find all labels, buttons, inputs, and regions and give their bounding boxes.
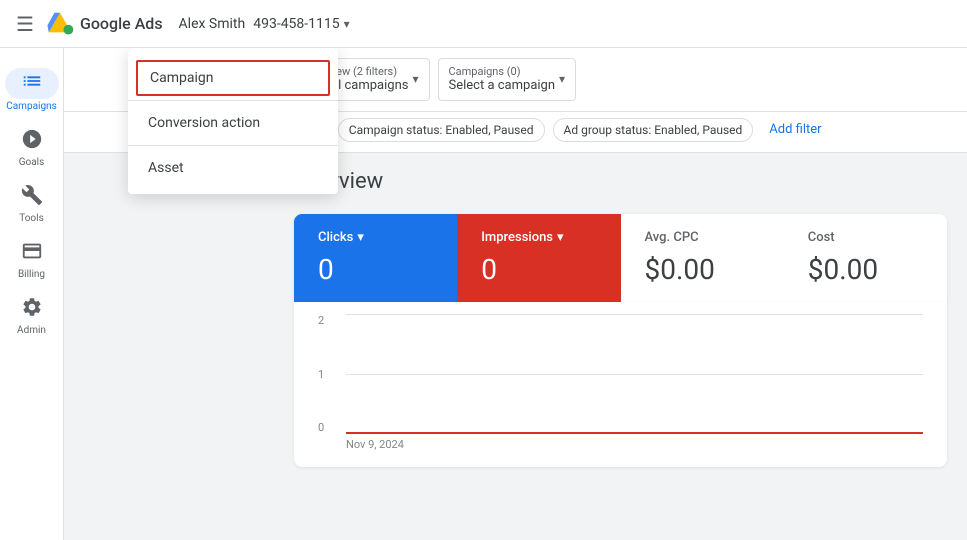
impressions-metric-value: 0 — [481, 253, 596, 286]
sidebar-item-admin[interactable]: Admin — [0, 288, 63, 344]
tools-icon — [21, 184, 43, 211]
clicks-metric-card: Clicks ▾ 0 — [294, 214, 457, 302]
campaigns-icon — [21, 73, 43, 97]
top-nav: ☰ Google Ads Alex Smith 493-458-1115 ▾ — [0, 0, 967, 48]
cost-metric-label: Cost — [808, 230, 835, 245]
avg-cpc-metric-card: Avg. CPC $0.00 — [621, 214, 784, 302]
chart-y-label-0: 0 — [318, 421, 324, 434]
avg-cpc-metric-label: Avg. CPC — [645, 230, 699, 245]
dropdown-divider-2 — [128, 145, 338, 146]
clicks-metric-label: Clicks — [318, 230, 353, 245]
sidebar-item-campaigns[interactable]: Campaigns — [0, 60, 63, 120]
sidebar-item-tools[interactable]: Tools — [0, 176, 63, 232]
account-id: 493-458-1115 — [253, 16, 339, 32]
account-dropdown[interactable]: Alex Smith 493-458-1115 ▾ — [175, 16, 350, 32]
dropdown-item-conversion-action[interactable]: Conversion action — [128, 105, 338, 141]
impressions-metric-label: Impressions — [481, 230, 553, 245]
view-filter-value: All campaigns — [326, 78, 408, 94]
google-ads-logo: Google Ads — [46, 10, 163, 38]
overview-title: Overview — [294, 169, 947, 194]
campaign-status-filter-tag[interactable]: Campaign status: Enabled, Paused — [338, 118, 545, 142]
impressions-metric-card: Impressions ▾ 0 — [457, 214, 620, 302]
chart-y-label-2: 2 — [318, 314, 324, 327]
clicks-dropdown-arrow[interactable]: ▾ — [357, 230, 364, 245]
dropdown-divider — [128, 100, 338, 101]
google-ads-logo-svg — [46, 10, 74, 38]
sidebar-goals-label: Goals — [19, 157, 45, 168]
chart-baseline — [346, 432, 923, 434]
sidebar-admin-label: Admin — [17, 325, 46, 336]
campaigns-filter-value: Select a campaign — [449, 78, 556, 94]
content-area: Campaign Conversion action Asset 🏠 View … — [64, 48, 967, 540]
chart-area: 2 1 0 Nov 9, 2024 — [294, 302, 947, 467]
admin-icon — [21, 296, 43, 323]
view-filter-chevron: ▾ — [412, 72, 418, 86]
sidebar-billing-label: Billing — [18, 269, 45, 280]
campaigns-filter-dropdown[interactable]: Campaigns (0) Select a campaign ▾ — [438, 58, 577, 101]
sidebar-item-goals[interactable]: Goals — [0, 120, 63, 176]
sidebar-campaigns-label: Campaigns — [6, 101, 57, 112]
avg-cpc-metric-value: $0.00 — [645, 253, 760, 286]
chart-x-label: Nov 9, 2024 — [346, 438, 923, 451]
cost-metric-value: $0.00 — [808, 253, 923, 286]
goals-icon — [21, 128, 43, 155]
sidebar-item-billing[interactable]: Billing — [0, 232, 63, 288]
billing-icon — [21, 240, 43, 267]
clicks-metric-header: Clicks ▾ — [318, 230, 433, 245]
impressions-dropdown-arrow[interactable]: ▾ — [557, 230, 564, 245]
account-dropdown-arrow: ▾ — [344, 17, 350, 31]
cost-metric-card: Cost $0.00 — [784, 214, 947, 302]
metrics-container: Clicks ▾ 0 Impressions ▾ 0 Avg. CPC $0.0… — [294, 214, 947, 302]
main-layout: Campaigns Goals Tools Billing Admin — [0, 48, 967, 540]
view-filter-label: View (2 filters) — [326, 65, 408, 78]
dropdown-menu: Campaign Conversion action Asset — [128, 48, 338, 194]
avg-cpc-metric-header: Avg. CPC — [645, 230, 760, 245]
dropdown-item-campaign[interactable]: Campaign — [136, 60, 330, 96]
impressions-metric-header: Impressions ▾ — [481, 230, 596, 245]
menu-icon[interactable]: ☰ — [16, 12, 34, 36]
sidebar-tools-label: Tools — [19, 213, 43, 224]
chart-grid-line-mid — [346, 374, 923, 375]
adgroup-status-filter-tag[interactable]: Ad group status: Enabled, Paused — [553, 118, 754, 142]
campaigns-filter-label: Campaigns (0) — [449, 65, 556, 78]
chart-grid: 2 1 0 — [318, 314, 923, 434]
campaigns-filter-chevron: ▾ — [559, 72, 565, 86]
dropdown-item-asset[interactable]: Asset — [128, 150, 338, 186]
add-filter-button[interactable]: Add filter — [761, 118, 829, 141]
chart-y-label-1: 1 — [318, 368, 324, 381]
clicks-metric-value: 0 — [318, 253, 433, 286]
chart-grid-line-top — [346, 314, 923, 315]
account-name: Alex Smith — [179, 16, 246, 32]
google-ads-text: Google Ads — [80, 14, 163, 33]
sidebar: Campaigns Goals Tools Billing Admin — [0, 48, 64, 540]
cost-metric-header: Cost — [808, 230, 923, 245]
